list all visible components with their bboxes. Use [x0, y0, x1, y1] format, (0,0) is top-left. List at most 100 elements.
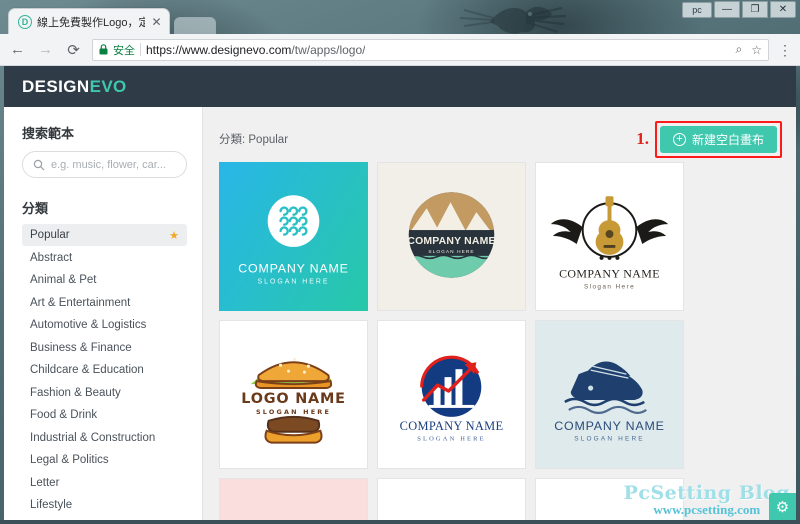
close-window-button[interactable]: ✕: [770, 1, 796, 18]
address-bar[interactable]: 安全 https://www.designevo.com/tw/apps/log…: [92, 38, 769, 61]
template-thumbnail-guitar-wings: COMPANY NAME Slogan Here: [550, 195, 669, 290]
sidebar-item-animal-pet[interactable]: Animal & Pet: [22, 269, 187, 291]
template-card[interactable]: [219, 478, 368, 520]
category-label: Childcare & Education: [30, 364, 144, 376]
template-grid: COMPANY NAME SLOGAN HERE COMPANY NAME SL…: [219, 162, 782, 520]
sidebar-item-business-finance[interactable]: Business & Finance: [22, 337, 187, 359]
window-controls: pc — ❐ ✕: [682, 1, 796, 18]
template-thumbnail-ship: COMPANY NAME SLOGAN HERE: [554, 361, 664, 442]
annotation-highlight-box: + 新建空白畫布: [654, 120, 782, 158]
search-box[interactable]: [22, 151, 187, 178]
template-slogan: SLOGAN HERE: [258, 278, 330, 285]
template-thumbnail-dots: COMPANY NAME SLOGAN HERE: [238, 194, 348, 285]
sidebar-item-abstract[interactable]: Abstract: [22, 247, 187, 269]
template-card[interactable]: [535, 478, 684, 520]
plus-icon: +: [672, 132, 686, 146]
step-marker: 1.: [636, 129, 649, 148]
category-list: Popular ★ Abstract Animal & Pet Art & En…: [22, 224, 187, 520]
template-slogan: SLOGAN HERE: [256, 407, 331, 415]
zoom-icon[interactable]: ⌕: [736, 42, 743, 57]
logo-text-design: DESIGN: [22, 76, 90, 96]
browser-toolbar: ← → ⟳ 安全 https://www.designevo.com/tw/ap…: [0, 34, 800, 66]
star-icon: ★: [169, 229, 179, 242]
category-label: Popular: [30, 229, 70, 241]
browser-tab[interactable]: D 線上免費製作Logo，定… ✕: [8, 8, 170, 34]
sidebar-item-automotive-logistics[interactable]: Automotive & Logistics: [22, 314, 187, 336]
reload-icon[interactable]: ⟳: [64, 40, 83, 59]
url-host: www.designevo.com: [182, 42, 292, 57]
category-label: Automotive & Logistics: [30, 319, 147, 331]
bookmark-star-icon[interactable]: ☆: [751, 43, 762, 57]
template-thumbnail-mountain: COMPANY NAME SLOGAN HERE: [407, 191, 495, 278]
sidebar-item-art-entertainment[interactable]: Art & Entertainment: [22, 292, 187, 314]
template-card[interactable]: [377, 478, 526, 520]
template-company-name: COMPANY NAME: [559, 266, 660, 280]
sidebar-item-childcare-education[interactable]: Childcare & Education: [22, 359, 187, 381]
template-slogan: SLOGAN HERE: [428, 248, 474, 254]
template-card[interactable]: COMPANY NAME SLOGAN HERE: [377, 320, 526, 469]
sidebar-item-industrial-construction[interactable]: Industrial & Construction: [22, 427, 187, 449]
create-blank-canvas-button[interactable]: + 新建空白畫布: [659, 125, 777, 153]
minimize-button[interactable]: —: [714, 1, 740, 18]
category-label: Industrial & Construction: [30, 431, 156, 444]
sidebar: 搜索範本 分類 Popular ★ Abstract Animal & Pet: [4, 107, 203, 520]
category-label: Fashion & Beauty: [30, 386, 121, 399]
maximize-button[interactable]: ❐: [742, 1, 768, 18]
secure-label: 安全: [113, 44, 135, 57]
create-canvas-zone: 1. + 新建空白畫布: [636, 120, 782, 158]
url-protocol: https://: [146, 42, 183, 57]
new-tab-button[interactable]: [174, 17, 216, 34]
template-company-name: COMPANY NAME: [554, 418, 664, 432]
category-label: Abstract: [30, 251, 73, 264]
omnibox-actions: ⌕ ☆: [728, 42, 763, 57]
create-button-label: 新建空白畫布: [691, 132, 764, 147]
lock-icon: [99, 44, 108, 55]
template-company-name: COMPANY NAME: [407, 235, 495, 246]
template-card[interactable]: COMPANY NAME SLOGAN HERE: [377, 162, 526, 311]
url-text: https://www.designevo.com/tw/apps/logo/: [146, 43, 365, 57]
logo-text-evo: EVO: [89, 76, 127, 96]
sidebar-item-popular[interactable]: Popular ★: [22, 224, 187, 246]
template-gallery: 分類: Popular 1. + 新建空白畫布 COMPANY NAME SLO…: [203, 107, 796, 520]
template-company-name: LOGO NAME: [241, 390, 345, 406]
forward-icon[interactable]: →: [36, 40, 55, 59]
template-slogan: Slogan Here: [584, 283, 635, 290]
window-bottom-edge: [0, 520, 800, 524]
category-label: Art & Entertainment: [30, 296, 131, 309]
category-label: Letter: [30, 476, 60, 489]
category-label: Business & Finance: [30, 341, 132, 354]
search-heading: 搜索範本: [22, 126, 75, 141]
omnibox-divider: [140, 43, 141, 56]
template-card[interactable]: COMPANY NAME SLOGAN HERE: [535, 320, 684, 469]
template-card[interactable]: COMPANY NAME Slogan Here: [535, 162, 684, 311]
sidebar-item-fashion-beauty[interactable]: Fashion & Beauty: [22, 382, 187, 404]
browser-menu-icon[interactable]: ⋮: [778, 43, 792, 57]
category-label: Lifestyle: [30, 499, 73, 511]
category-heading: 分類: [22, 201, 49, 216]
sidebar-item-lifestyle[interactable]: Lifestyle: [22, 494, 187, 516]
url-path: /tw/apps/logo/: [291, 42, 366, 57]
page-viewport: DESIGNEVO 搜索範本 分類 Popular ★: [4, 66, 796, 520]
tab-strip: D 線上免費製作Logo，定… ✕: [8, 8, 216, 34]
category-label: Legal & Politics: [30, 454, 109, 466]
window-tag: pc: [682, 1, 712, 18]
designevo-logo[interactable]: DESIGNEVO: [22, 77, 127, 97]
category-label: Food & Drink: [30, 409, 98, 421]
sidebar-item-letter[interactable]: Letter: [22, 472, 187, 494]
tab-close-icon[interactable]: ✕: [150, 16, 163, 28]
template-thumbnail-chart: COMPANY NAME SLOGAN HERE: [400, 355, 503, 442]
settings-gear-icon[interactable]: ⚙: [769, 493, 796, 520]
category-label: Animal & Pet: [30, 274, 97, 286]
site-header: DESIGNEVO: [4, 66, 796, 107]
search-input[interactable]: [51, 158, 176, 171]
template-card[interactable]: LOGO NAME SLOGAN HERE: [219, 320, 368, 469]
search-icon: [33, 159, 45, 170]
back-icon[interactable]: ←: [8, 40, 27, 59]
favicon-designevo-icon: D: [18, 14, 32, 29]
breadcrumb: 分類: Popular: [219, 134, 289, 146]
template-card[interactable]: COMPANY NAME SLOGAN HERE: [219, 162, 368, 311]
template-slogan: SLOGAN HERE: [574, 435, 645, 442]
sidebar-item-legal-politics[interactable]: Legal & Politics: [22, 449, 187, 471]
template-slogan: SLOGAN HERE: [417, 435, 486, 442]
sidebar-item-food-drink[interactable]: Food & Drink: [22, 404, 187, 426]
